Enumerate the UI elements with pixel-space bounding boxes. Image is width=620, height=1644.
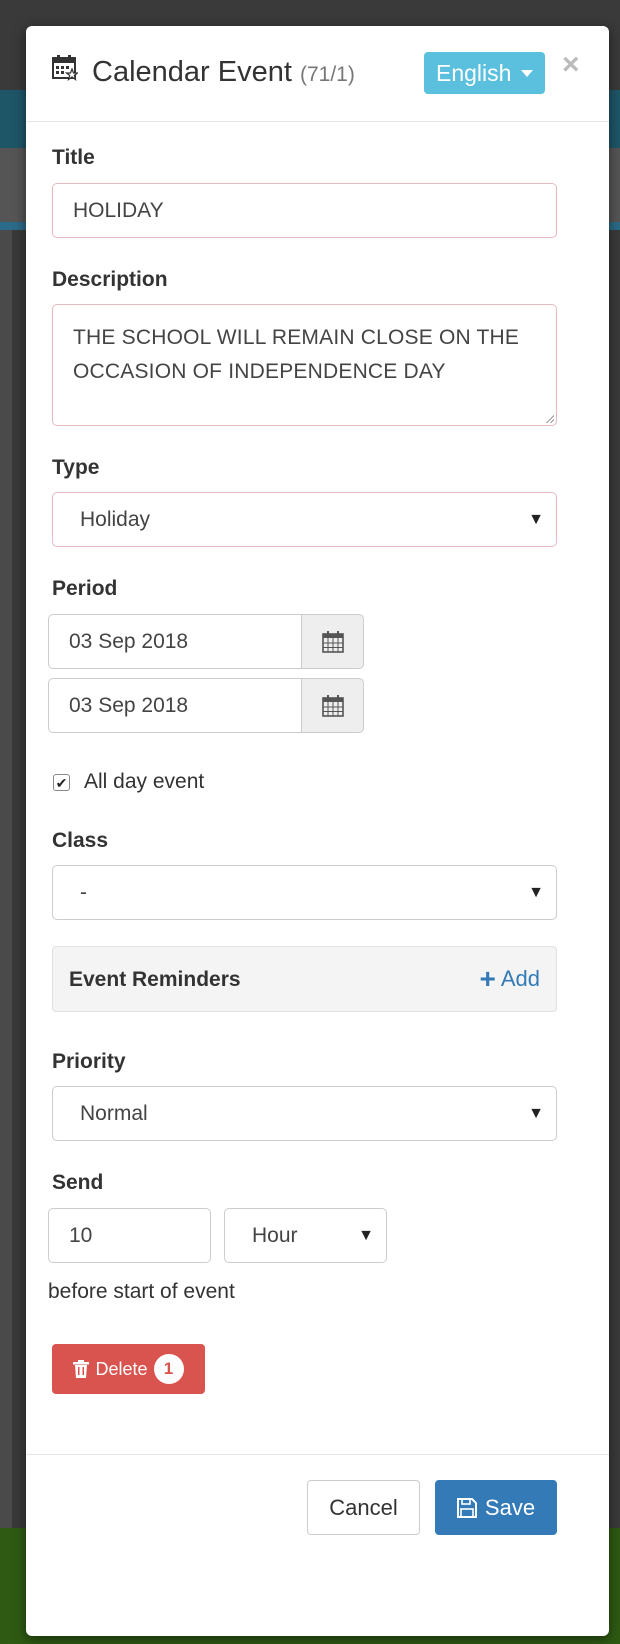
modal-title: Calendar Event (71/1) [92, 56, 355, 89]
delete-count-badge: 1 [153, 1354, 184, 1384]
save-label: Save [484, 1494, 536, 1520]
send-unit-value: Hour [252, 1223, 298, 1247]
period-start-calendar-button[interactable] [301, 614, 364, 669]
period-start-group: 03 Sep 2018 [48, 614, 364, 669]
trash-icon [73, 1360, 90, 1378]
calendar-icon [321, 694, 344, 717]
cancel-label: Cancel [329, 1494, 398, 1520]
period-start-value: 03 Sep 2018 [69, 629, 189, 653]
event-reminders-panel: Event Reminders + Add [52, 946, 557, 1012]
select-arrow-icon: ▼ [528, 1104, 544, 1122]
type-select-value: Holiday [80, 507, 151, 531]
cancel-button[interactable]: Cancel [307, 1480, 420, 1535]
class-label: Class [52, 829, 109, 852]
floppy-disk-icon [456, 1497, 477, 1518]
delete-label: Delete [95, 1358, 148, 1379]
calendar-event-modal: Calendar Event (71/1) English × Title HO… [26, 26, 609, 1636]
send-amount-input[interactable]: 10 [48, 1208, 211, 1263]
save-button[interactable]: Save [435, 1480, 557, 1535]
close-icon[interactable]: × [562, 50, 580, 80]
all-day-label[interactable]: All day event [84, 770, 204, 794]
add-reminder-label: Add [500, 966, 540, 991]
title-input[interactable]: HOLIDAY [52, 183, 557, 238]
backdrop-left-edge [0, 230, 12, 1530]
description-textarea[interactable]: THE SCHOOL WILL REMAIN CLOSE ON THE OCCA… [52, 304, 557, 426]
send-label: Send [52, 1171, 104, 1194]
calendar-icon [321, 630, 344, 653]
send-unit-select[interactable]: Hour ▼ [224, 1208, 387, 1263]
period-end-group: 03 Sep 2018 [48, 678, 364, 733]
modal-header: Calendar Event (71/1) English × [26, 26, 609, 122]
send-amount-value: 10 [69, 1223, 93, 1247]
all-day-checkbox[interactable]: ✔ [53, 774, 70, 791]
resize-handle-icon[interactable] [546, 415, 554, 423]
period-start-input[interactable]: 03 Sep 2018 [48, 614, 302, 669]
select-arrow-icon: ▼ [528, 510, 544, 528]
title-label: Title [52, 146, 95, 169]
description-text: THE SCHOOL WILL REMAIN CLOSE ON THE OCCA… [73, 326, 520, 383]
calendar-star-icon [52, 55, 78, 81]
checkmark-icon: ✔ [55, 774, 68, 791]
period-end-calendar-button[interactable] [301, 678, 364, 733]
type-select[interactable]: Holiday ▼ [52, 492, 557, 547]
type-label: Type [52, 456, 100, 479]
select-arrow-icon: ▼ [358, 1226, 374, 1244]
description-label: Description [52, 268, 168, 291]
period-label: Period [52, 577, 118, 600]
priority-select[interactable]: Normal ▼ [52, 1086, 557, 1141]
language-label: English [436, 59, 512, 86]
language-dropdown-button[interactable]: English [424, 52, 546, 94]
modal-footer-divider [26, 1454, 609, 1455]
event-reminders-title: Event Reminders [69, 968, 241, 991]
add-reminder-button[interactable]: + Add [479, 963, 540, 994]
title-input-value: HOLIDAY [73, 198, 164, 222]
select-arrow-icon: ▼ [528, 883, 544, 901]
priority-select-value: Normal [80, 1101, 148, 1125]
delete-button[interactable]: Delete 1 [52, 1344, 205, 1394]
before-start-text: before start of event [48, 1280, 235, 1303]
class-select-value: - [80, 880, 87, 904]
period-end-value: 03 Sep 2018 [69, 693, 189, 717]
caret-down-icon [521, 69, 534, 77]
class-select[interactable]: - ▼ [52, 865, 557, 920]
modal-title-text: Calendar Event [92, 56, 292, 88]
modal-count: (71/1) [299, 63, 355, 86]
period-end-input[interactable]: 03 Sep 2018 [48, 678, 302, 733]
priority-label: Priority [52, 1050, 126, 1073]
plus-icon: + [479, 963, 496, 994]
